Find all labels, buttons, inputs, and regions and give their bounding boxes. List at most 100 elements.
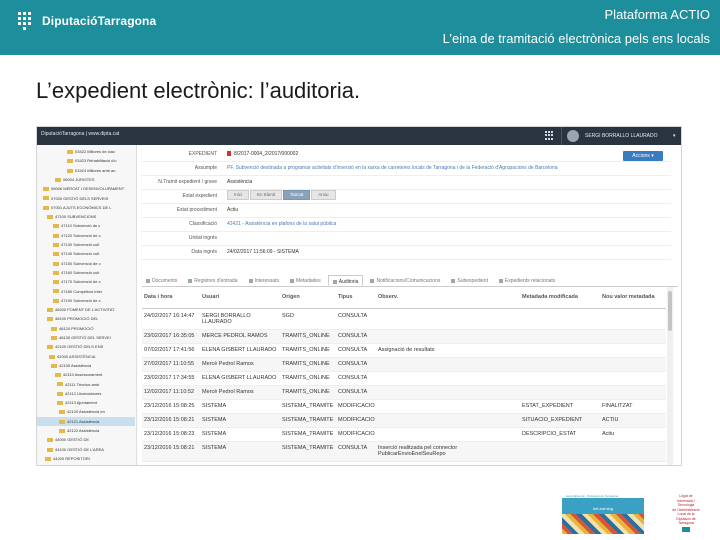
table-scrollbar[interactable] <box>667 287 673 465</box>
tree-item[interactable]: 47130 Subvenció cult <box>37 240 135 249</box>
tree-item[interactable]: 42120 Assistència en <box>37 407 135 416</box>
table-row[interactable]: 23/12/2016 15:08:23 SISTEMA SISTEMA_TRAMIT… <box>142 428 666 442</box>
tab-documents[interactable]: Documents <box>142 275 181 286</box>
tree-item[interactable]: 42000 ASSISTÈNCIA <box>37 352 135 361</box>
column-header[interactable]: Nou valor metadada <box>602 294 662 300</box>
tree-item[interactable]: 47100 SUBVENCIONS <box>37 212 135 221</box>
tree-item-label: 06006 MERCAT I DESENVOLUPAMENT <box>51 186 125 192</box>
detail-divider <box>141 217 671 218</box>
tree-item[interactable]: 48120 PROMOCIÓ <box>37 324 135 333</box>
table-row[interactable]: 23/12/2016 15:08:21 SISTEMA SISTEMA_TRAMIT… <box>142 442 666 462</box>
tree-item[interactable]: 47160 Subvenció cult <box>37 268 135 277</box>
tree-item[interactable]: 06006 MERCAT I DESENVOLUPAMENT <box>37 184 135 193</box>
detail-value[interactable]: 8/2017-0004_2/2017/000002 <box>227 149 667 159</box>
detail-divider <box>141 203 671 204</box>
table-row[interactable]: 23/02/2017 16:35:05 MERCÈ PEDROL RAMOS TRA… <box>142 330 666 344</box>
table-row[interactable]: 24/02/2017 16:14:47 SERGI BORRALLO LLAURA… <box>142 310 666 330</box>
tree-item[interactable]: 42112 Llicenciatures <box>37 389 135 398</box>
tree-item-label: 44200 REPOSITORI <box>53 455 90 461</box>
column-header[interactable]: Origen <box>282 294 336 300</box>
tree-item[interactable]: 42121 Assistència <box>37 416 135 426</box>
folder-icon <box>53 280 59 285</box>
tab-expedients-relacionats[interactable]: Expedients relacionats <box>495 275 559 286</box>
tree-item[interactable]: 42122 Assistència <box>37 426 135 435</box>
tab-auditoria[interactable]: Auditoria <box>327 275 364 286</box>
folder-icon <box>53 233 59 238</box>
tree-item[interactable]: 07000 GESTIÓ DELS SERVEIS <box>37 194 135 203</box>
tree-item[interactable]: 44000 GESTIÓ DE <box>37 435 135 444</box>
detail-label: Data ingrés <box>191 249 217 255</box>
folder-icon <box>59 410 65 415</box>
detail-divider <box>141 245 671 246</box>
detail-value: Actiu <box>227 205 667 215</box>
tree-item[interactable]: 42110 Assessorament <box>37 370 135 379</box>
seal-mark-icon <box>682 527 690 532</box>
table-row[interactable]: 23/12/2016 15:08:21 SISTEMA SISTEMA_TRAMIT… <box>142 414 666 428</box>
tree-item[interactable]: 47170 Subvenció de c <box>37 277 135 286</box>
tab-interessats[interactable]: Interessats <box>245 275 283 286</box>
chevron-down-icon[interactable]: ▾ <box>673 133 676 139</box>
tree-item[interactable]: 48130 GESTIÓ DEL SERVEI <box>37 333 135 342</box>
promo-hashtag: #eLearning <box>592 506 614 511</box>
column-header[interactable]: Observ. <box>378 294 518 300</box>
expedient-tabs: Documents Registres d'entrada Interessats M… <box>142 275 678 287</box>
folder-icon <box>43 205 49 210</box>
table-row[interactable]: 27/02/2017 11:10:55 Mercè Pedrol Ramos TRA… <box>142 358 666 372</box>
column-header[interactable]: Tipus <box>338 294 376 300</box>
header-banner: DiputacióTarragona Plataforma ACTIO L’ei… <box>0 0 720 55</box>
tab-notificacions-comunicacions[interactable]: Notificacions/Comunicacions <box>366 275 444 286</box>
scrollbar-thumb[interactable] <box>668 291 672 331</box>
table-row[interactable]: 23/12/2016 15:08:25 SISTEMA SISTEMA_TRAMIT… <box>142 400 666 414</box>
user-avatar[interactable] <box>567 130 579 142</box>
table-cell: CONSULTA <box>338 313 368 319</box>
table-row[interactable]: 12/02/2017 11:10:52 Mercè Pedrol Ramos TRA… <box>142 386 666 400</box>
tree-item[interactable]: 06004 JURISTES <box>37 175 135 184</box>
tree-item[interactable]: 42100 GESTIÓ DELS ENS <box>37 342 135 351</box>
tree-item[interactable]: 48100 PROMOCIÓ DEL <box>37 314 135 323</box>
table-cell: TRAMITS_ONLINE <box>282 375 330 381</box>
column-header[interactable]: Metadada modificada <box>522 294 600 300</box>
banner-subtitle: L’eina de tramitació electrònica pels en… <box>442 31 710 46</box>
table-row[interactable]: 23/02/2017 17:34:55 ELENA GISBERT LLAURAD… <box>142 372 666 386</box>
user-name[interactable]: SERGI BORRALLO LLAURADO <box>585 133 658 139</box>
table-cell: CONSULTA <box>338 389 368 395</box>
tree-item[interactable]: 03424 Millores amb au <box>37 166 135 175</box>
tab-subexpedient[interactable]: Subexpedient <box>447 275 492 286</box>
seal-text-line: Tarragona <box>678 521 694 525</box>
tree-item[interactable]: 44100 GESTIÓ DE L’AREA <box>37 445 135 454</box>
column-header[interactable]: Data i hora <box>144 294 200 300</box>
tree-item[interactable]: 42105 Assistència <box>37 361 135 370</box>
tree-item[interactable]: 47120 Subvenció de c <box>37 231 135 240</box>
tree-item-label: 47120 Subvenció de c <box>61 232 101 238</box>
tree-item[interactable]: 44200 REPOSITORI <box>37 454 135 463</box>
detail-label: Classificació <box>189 221 217 227</box>
table-cell: 23/02/2017 17:34:55 <box>144 375 195 381</box>
table-cell: FINALITZAT <box>602 403 633 409</box>
apps-grid-icon[interactable] <box>545 131 554 140</box>
tree-item[interactable]: 47110 Subvenció de c <box>37 221 135 230</box>
folder-icon <box>57 391 63 396</box>
tree-item[interactable]: 42111 Tècnics amb <box>37 380 135 389</box>
tree-item[interactable]: 03423 Rehabilitació d'u <box>37 156 135 165</box>
tree-item[interactable]: 47180 Competició inter <box>37 287 135 296</box>
tree-item[interactable]: 47190 Subvenció de c <box>37 296 135 305</box>
page-title: L’expedient electrònic: l’auditoria. <box>36 78 361 103</box>
detail-divider <box>141 161 671 162</box>
column-header[interactable]: Usuari <box>202 294 280 300</box>
tab-metadades[interactable]: Metadades <box>286 275 325 286</box>
table-cell: 23/12/2016 15:08:23 <box>144 431 195 437</box>
tree-item[interactable]: 48200 FOMENT DE L’ACTIVITAT <box>37 305 135 314</box>
tree-item[interactable]: 07001 AJUTS ECONÒMICS DE L <box>37 203 135 212</box>
folder-icon <box>53 289 59 294</box>
tree-item[interactable]: 03422 Millores de clav. <box>37 147 135 156</box>
folder-icon <box>55 373 61 378</box>
tree-item[interactable]: 47150 Subvenció de c <box>37 259 135 268</box>
tab-label: Notificacions/Comunicacions <box>376 278 441 284</box>
tab-registres-d-entrada[interactable]: Registres d'entrada <box>184 275 241 286</box>
tab-label: Metadades <box>295 278 321 284</box>
tree-item[interactable]: 42113 Ajuntament <box>37 398 135 407</box>
tree-item[interactable]: 47140 Subvenció cult <box>37 249 135 258</box>
tab-label: Documents <box>152 278 178 284</box>
tree-item-label: 42110 Assessorament <box>63 372 103 378</box>
table-row[interactable]: 07/02/2017 17:41:56 ELENA GISBERT LLAURAD… <box>142 344 666 358</box>
